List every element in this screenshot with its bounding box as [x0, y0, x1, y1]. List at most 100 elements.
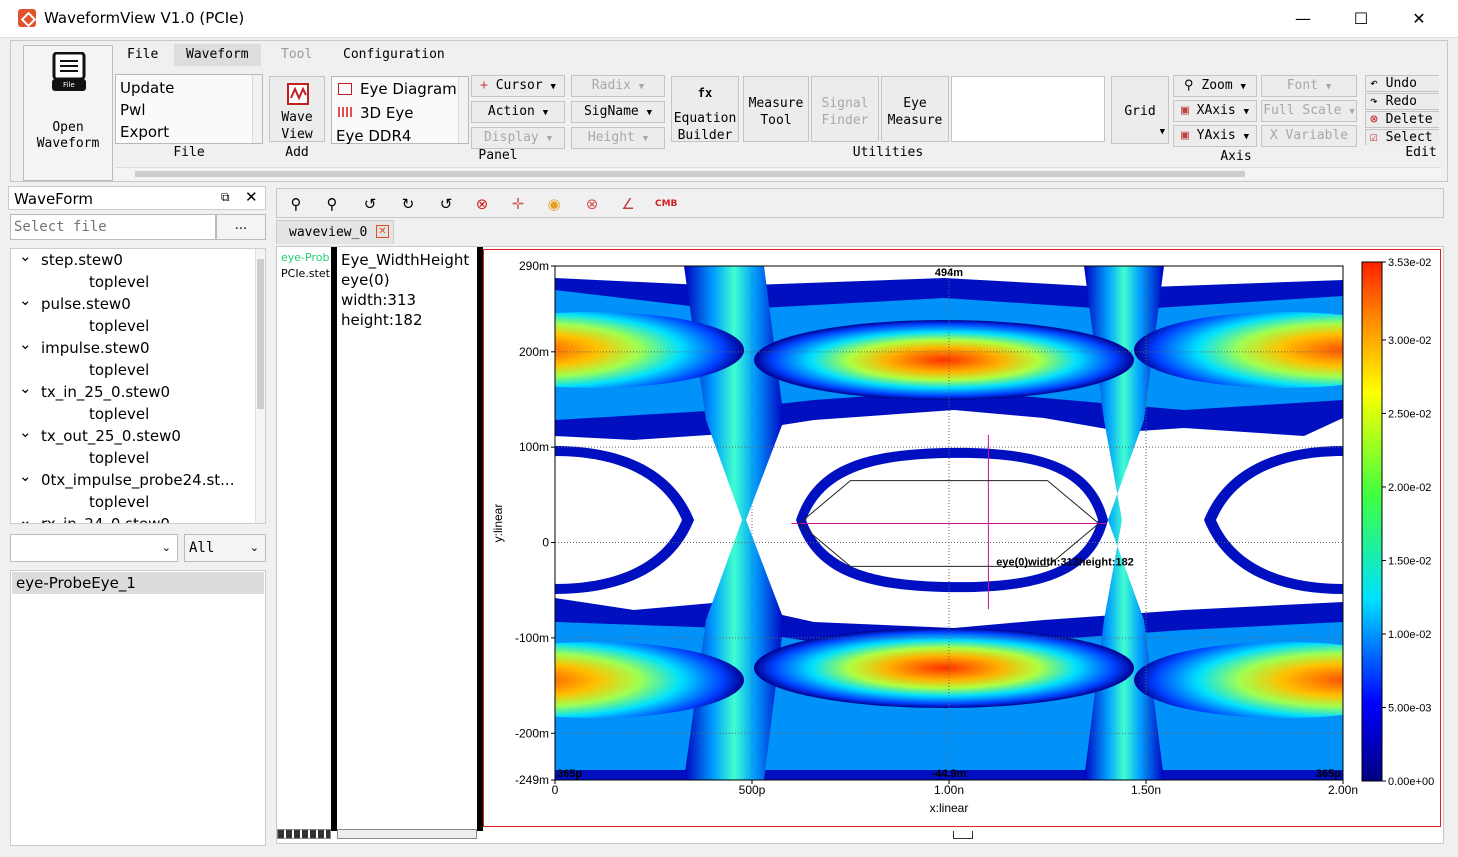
- menu-tab-configuration[interactable]: Configuration: [331, 44, 457, 66]
- zoom-label: Zoom: [1201, 78, 1233, 93]
- full-scale-dropdown[interactable]: Full Scale ▼: [1261, 100, 1357, 122]
- tree-item-label: step.stew0: [41, 251, 123, 269]
- tree-item[interactable]: ⌄ tx_out_25_0.stew0: [19, 423, 181, 449]
- chevron-down-icon[interactable]: ⌄: [19, 467, 32, 485]
- measure-panel-hscroll[interactable]: [337, 829, 477, 839]
- tree-item[interactable]: toplevel: [89, 273, 149, 295]
- tree-item[interactable]: ⌄ impulse.stew0: [19, 335, 150, 361]
- signal-panel-hscroll[interactable]: [277, 829, 331, 839]
- tree-item[interactable]: ⌄ step.stew0: [19, 249, 123, 273]
- tree-item[interactable]: toplevel: [89, 449, 149, 471]
- zoom-dropdown[interactable]: ⚲ Zoom ▼: [1173, 75, 1257, 97]
- clear-marker-icon[interactable]: ⊗: [583, 195, 601, 213]
- eye-measure-button[interactable]: Eye Measure: [881, 76, 949, 142]
- cursor-dropdown[interactable]: + Cursor ▼: [471, 75, 565, 97]
- file-export-item[interactable]: Export: [120, 123, 169, 141]
- x-tick-label: 1.50n: [1131, 783, 1161, 797]
- redo-icon[interactable]: ↻: [399, 195, 417, 213]
- stop-icon[interactable]: ⊗: [473, 195, 491, 213]
- redo-button[interactable]: ↷ Redo: [1365, 93, 1439, 110]
- chevron-down-icon[interactable]: ⌄: [19, 249, 32, 265]
- ribbon-scrollbar[interactable]: [115, 167, 1441, 179]
- tree-item[interactable]: ⌄ tx_in_25_0.stew0: [19, 379, 170, 405]
- browse-file-button[interactable]: ...: [216, 214, 266, 240]
- tree-item[interactable]: ⌄ pulse.stew0: [19, 291, 131, 317]
- file-list-scrollbar[interactable]: [252, 75, 262, 143]
- float-panel-icon[interactable]: ⧉: [221, 190, 230, 205]
- tree-item-label: 0tx_impulse_probe24.st...: [41, 471, 235, 489]
- list-item[interactable]: eye-ProbeEye_1: [12, 572, 264, 594]
- zoom-in-icon[interactable]: ⚲: [323, 195, 341, 213]
- radix-dropdown[interactable]: Radix ▼: [571, 75, 665, 97]
- measure-icon[interactable]: ∠: [619, 195, 637, 213]
- panel-list-scrollbar[interactable]: [458, 77, 468, 143]
- colorbar-layer: 3.53e-02 3.00e-02 2.50e-02 2.00e-02 1.50e-02…: [1361, 257, 1434, 788]
- plot-hscroll[interactable]: [483, 829, 1441, 841]
- tree-scrollbar[interactable]: [255, 249, 265, 523]
- panel-splitter[interactable]: [331, 247, 337, 831]
- reset-icon[interactable]: ↺: [437, 195, 455, 213]
- font-dropdown[interactable]: Font ▼: [1261, 75, 1357, 97]
- tab-waveview[interactable]: waveview_0 ✕: [276, 220, 394, 244]
- tree-item[interactable]: toplevel: [89, 317, 149, 339]
- plot-scroll-thumb[interactable]: [953, 831, 973, 839]
- file-pwl-item[interactable]: Pwl: [120, 101, 145, 119]
- select-file-input[interactable]: [10, 214, 216, 240]
- open-waveform-button[interactable]: File Open Waveform: [23, 45, 113, 181]
- tree-item[interactable]: ⌄ rx_in_24_0.stew0: [19, 511, 170, 523]
- undo-icon[interactable]: ↺: [361, 195, 379, 213]
- tree-scroll-thumb[interactable]: [257, 259, 264, 409]
- file-update-item[interactable]: Update: [120, 79, 174, 97]
- waveform-panel-header: WaveForm ⧉ ✕: [8, 186, 266, 210]
- select-button[interactable]: ☑ Select: [1365, 129, 1439, 145]
- yaxis-dropdown[interactable]: ▣ YAxis ▼: [1173, 125, 1257, 147]
- eye-ddr4-item[interactable]: Eye DDR4: [336, 127, 411, 145]
- equation-builder-button[interactable]: fx Equation Builder: [671, 76, 739, 143]
- undo-button[interactable]: ↶ Undo: [1365, 75, 1439, 92]
- wave-view-button[interactable]: Wave View: [269, 76, 325, 142]
- equation-label-2: Builder: [677, 128, 733, 143]
- height-dropdown[interactable]: Height ▼: [571, 127, 665, 149]
- tree-item[interactable]: toplevel: [89, 405, 149, 427]
- tree-item[interactable]: toplevel: [89, 361, 149, 383]
- marker-icon[interactable]: ◉: [545, 195, 563, 213]
- viewer-toolbar: ⚲ ⚲ ↺ ↻ ↺ ⊗ ✛ ◉ ⊗ ∠ CMB: [276, 188, 1444, 218]
- minimize-button[interactable]: —: [1274, 0, 1332, 38]
- display-dropdown[interactable]: Display ▼: [471, 127, 565, 149]
- chevron-down-icon[interactable]: ⌄: [19, 291, 32, 309]
- tree-item[interactable]: toplevel: [89, 493, 149, 515]
- x-variable-button[interactable]: X Variable: [1261, 125, 1357, 147]
- ribbon-scroll-thumb[interactable]: [135, 171, 1245, 177]
- action-dropdown[interactable]: Action ▼: [471, 101, 565, 123]
- chevron-down-icon[interactable]: ⌄: [19, 423, 32, 441]
- colorbar-tick-label: 3.00e-02: [1388, 335, 1431, 347]
- xaxis-dropdown[interactable]: ▣ XAxis ▼: [1173, 100, 1257, 122]
- chevron-down-icon[interactable]: ⌄: [19, 379, 32, 397]
- tree-item[interactable]: ⌄ 0tx_impulse_probe24.st...: [19, 467, 235, 493]
- cmb-icon[interactable]: CMB: [655, 195, 677, 213]
- chevron-down-icon[interactable]: ⌄: [19, 511, 32, 523]
- menu-tab-tool[interactable]: Tool: [269, 44, 324, 66]
- signal-finder-button[interactable]: Signal Finder: [811, 76, 879, 142]
- type-filter-dropdown[interactable]: All ⌄: [184, 534, 266, 562]
- close-panel-icon[interactable]: ✕: [245, 188, 258, 206]
- menu-tab-file[interactable]: File: [115, 44, 170, 66]
- signal-name-label[interactable]: eye-Prob: [281, 251, 329, 264]
- grid-button[interactable]: Grid ▼: [1111, 76, 1169, 144]
- zoom-out-icon[interactable]: ⚲: [287, 195, 305, 213]
- delete-button[interactable]: ⊗ Delete: [1365, 111, 1439, 128]
- 3d-eye-item[interactable]: 3D Eye: [360, 104, 413, 122]
- signame-dropdown[interactable]: SigName ▼: [571, 101, 665, 123]
- chevron-down-icon[interactable]: ⌄: [19, 335, 32, 353]
- measure-tool-button[interactable]: Measure Tool: [743, 76, 809, 142]
- select-icon: ☑: [1370, 130, 1378, 145]
- close-button[interactable]: ✕: [1390, 0, 1448, 38]
- close-tab-icon[interactable]: ✕: [376, 225, 389, 238]
- measure-tool-label-2: Tool: [760, 113, 792, 128]
- eye-diagram-item[interactable]: Eye Diagram: [360, 80, 457, 98]
- menu-tab-waveform[interactable]: Waveform: [174, 44, 261, 66]
- signal-filter-combo[interactable]: ⌄: [10, 534, 178, 562]
- colorbar-tick-label: 1.50e-02: [1388, 555, 1431, 567]
- maximize-button[interactable]: ☐: [1332, 0, 1390, 38]
- crosshair-icon[interactable]: ✛: [509, 195, 527, 213]
